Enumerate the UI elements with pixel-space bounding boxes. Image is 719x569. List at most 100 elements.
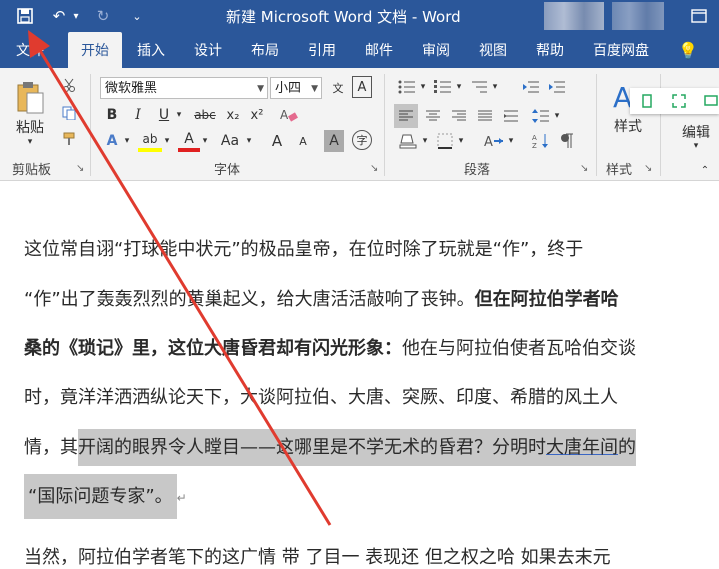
save-button[interactable]: [12, 4, 38, 28]
line-spacing-button[interactable]: [530, 104, 552, 128]
screen-icon: [704, 95, 718, 106]
styles-launcher-icon[interactable]: ↘: [644, 163, 652, 174]
tab-insert[interactable]: 插入: [137, 32, 165, 68]
tab-references[interactable]: 引用: [308, 32, 336, 68]
account-blur-2: [612, 2, 664, 30]
document-page[interactable]: 这位常自诩“打球能中状元”的极品皇帝，在位时除了玩就是“作”，终于 “作”出了轰…: [0, 181, 719, 568]
tab-view[interactable]: 视图: [479, 32, 507, 68]
sync-button[interactable]: [638, 92, 656, 110]
tab-baidu-netdisk[interactable]: 百度网盘: [593, 32, 649, 68]
screen-button[interactable]: [702, 92, 719, 110]
highlight-dropdown[interactable]: ▾: [162, 130, 172, 152]
borders-button[interactable]: [434, 130, 456, 152]
chevron-down-icon: ▾: [202, 136, 208, 146]
clipboard-launcher-icon[interactable]: ↘: [76, 163, 84, 174]
text-effects-button[interactable]: A: [102, 130, 122, 152]
sort-button[interactable]: AZ: [530, 130, 552, 152]
text-line: 桑的《琐记》里，这位大唐昏君却有闪光形象：他在与阿拉伯使者瓦哈伯交谈: [24, 334, 636, 360]
bullets-button[interactable]: [396, 76, 418, 98]
character-border-button[interactable]: A: [352, 76, 372, 98]
undo-dropdown[interactable]: ▾: [70, 4, 82, 28]
chevron-down-icon: ▾: [176, 110, 182, 120]
multilevel-list-button[interactable]: [468, 76, 490, 98]
decrease-indent-button[interactable]: [520, 76, 542, 98]
tell-me-button[interactable]: 💡: [678, 32, 698, 68]
font-size-combo[interactable]: 小四 ▼: [270, 77, 322, 99]
subscript-button[interactable]: x₂: [222, 104, 244, 126]
highlight-button[interactable]: ab: [138, 130, 162, 152]
align-center-button[interactable]: [422, 104, 444, 128]
tab-review[interactable]: 审阅: [422, 32, 450, 68]
paste-button[interactable]: [10, 76, 50, 120]
increase-indent-button[interactable]: [546, 76, 568, 98]
font-color-dropdown[interactable]: ▾: [200, 130, 210, 152]
grow-font-button[interactable]: A: [266, 130, 288, 152]
chinese-layout-button[interactable]: A: [482, 130, 506, 152]
character-shading-button[interactable]: A: [324, 130, 344, 152]
borders-dropdown[interactable]: ▾: [456, 130, 466, 152]
undo-button[interactable]: ↶: [48, 4, 70, 28]
font-launcher-icon[interactable]: ↘: [370, 163, 378, 174]
customize-qat-button[interactable]: ⌄: [128, 4, 146, 28]
tab-layout[interactable]: 布局: [251, 32, 279, 68]
selected-underlined-text: 大唐年间: [546, 429, 618, 466]
shrink-font-button[interactable]: A: [292, 130, 314, 152]
ribbon-display-button[interactable]: [686, 4, 712, 28]
multilevel-list-dropdown[interactable]: ▾: [490, 76, 500, 98]
chevron-down-icon: ▾: [458, 136, 464, 146]
redo-button[interactable]: ↻: [92, 4, 114, 28]
expand-button[interactable]: [670, 92, 688, 110]
justify-button[interactable]: [474, 104, 496, 128]
shading-button[interactable]: [396, 130, 420, 152]
tab-help[interactable]: 帮助: [536, 32, 564, 68]
paste-dropdown[interactable]: ▾: [12, 136, 48, 148]
paragraph-launcher-icon[interactable]: ↘: [580, 163, 588, 174]
superscript-button[interactable]: x²: [246, 104, 268, 126]
ribbon-home: 粘贴 ▾ 剪贴板 ↘ 微软雅黑 ▼ 小四 ▼ 文 A B I U ▾ abc x₂ …: [0, 68, 719, 181]
underline-dropdown[interactable]: ▾: [174, 104, 184, 126]
shading-dropdown[interactable]: ▾: [420, 130, 430, 152]
clear-formatting-button[interactable]: A: [278, 104, 300, 126]
phonetic-guide-button[interactable]: 文: [326, 76, 350, 100]
cut-button[interactable]: [60, 76, 78, 94]
align-right-button[interactable]: [448, 104, 470, 128]
bold-button[interactable]: B: [102, 104, 122, 126]
enclose-characters-button[interactable]: 字: [352, 130, 372, 150]
show-marks-button[interactable]: [556, 130, 578, 152]
editing-button[interactable]: 编辑: [674, 122, 718, 142]
customize-qat-icon: ⌄: [132, 9, 142, 23]
change-case-button[interactable]: Aa: [216, 130, 244, 152]
character-border-icon: A: [357, 79, 367, 95]
numbering-dropdown[interactable]: ▾: [454, 76, 464, 98]
tab-home[interactable]: 开始: [68, 32, 122, 68]
underline-button[interactable]: U: [154, 104, 174, 126]
tab-file[interactable]: 文件: [16, 32, 44, 68]
editing-dropdown[interactable]: ▾: [688, 140, 704, 152]
chevron-down-icon: ▾: [420, 82, 426, 92]
svg-text:A: A: [280, 108, 289, 122]
format-painter-button[interactable]: [60, 130, 78, 148]
distributed-button[interactable]: [500, 104, 522, 128]
align-left-button[interactable]: [394, 104, 418, 128]
numbering-button[interactable]: [432, 76, 454, 98]
selected-text: 开阔的眼界令人瞠目——这哪里是不学无术的昏君？分明时: [78, 429, 546, 466]
bullets-dropdown[interactable]: ▾: [418, 76, 428, 98]
chinese-layout-dropdown[interactable]: ▾: [506, 130, 516, 152]
chevron-down-icon: ▼: [257, 84, 264, 94]
font-color-button[interactable]: A: [178, 130, 200, 152]
text-effects-dropdown[interactable]: ▾: [122, 130, 132, 152]
floating-toolbar: [630, 88, 719, 114]
chevron-down-icon: ▾: [554, 111, 560, 121]
collapse-ribbon-button[interactable]: ⌃: [698, 164, 712, 176]
align-left-icon: [399, 110, 413, 121]
strikethrough-button[interactable]: abc: [190, 104, 220, 126]
change-case-dropdown[interactable]: ▾: [244, 130, 254, 152]
paste-icon: [17, 82, 44, 114]
line-spacing-dropdown[interactable]: ▾: [552, 104, 562, 128]
text-line: 情，其开阔的眼界令人瞠目——这哪里是不学无术的昏君？分明时大唐年间的: [24, 429, 636, 466]
tab-design[interactable]: 设计: [194, 32, 222, 68]
copy-button[interactable]: [60, 104, 78, 122]
tab-mailings[interactable]: 邮件: [365, 32, 393, 68]
italic-button[interactable]: I: [128, 104, 148, 126]
font-name-combo[interactable]: 微软雅黑 ▼: [100, 77, 268, 99]
